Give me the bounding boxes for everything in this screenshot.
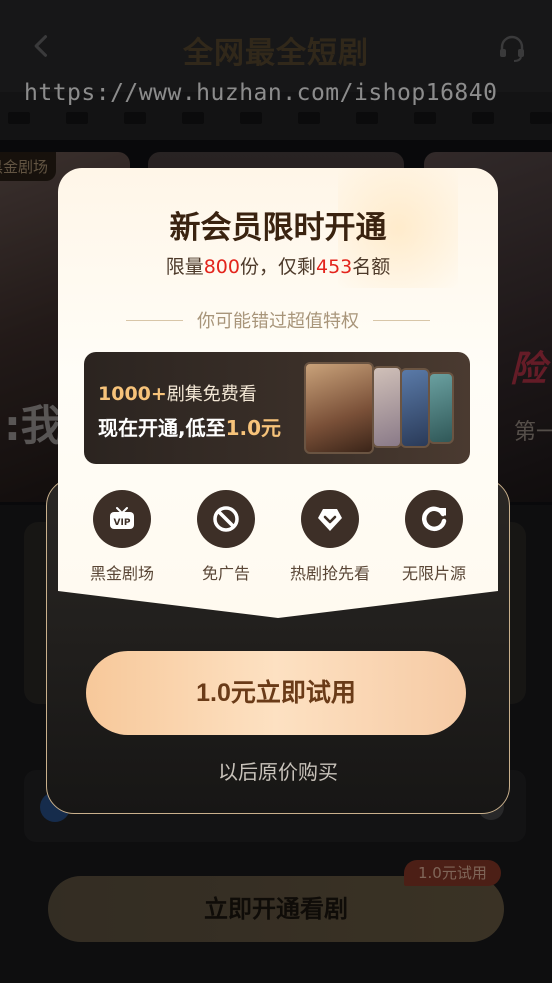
perk-label: 黑金剧场 <box>89 564 154 583</box>
section-divider: 你可能错过超值特权 <box>126 308 430 332</box>
banner-line2: 现在开通,低至1.0元 <box>98 412 281 441</box>
poster-thumbnail <box>304 362 374 454</box>
poster-thumbnail <box>372 366 402 448</box>
perk-icon-badge <box>405 490 463 548</box>
poster-thumbnail <box>428 372 454 444</box>
divider-line <box>373 319 430 321</box>
banner-line2-text: 现在开通,低至 <box>98 416 226 440</box>
banner-count: 1000+ <box>98 383 167 405</box>
perk-item: 热剧抢先看 <box>278 490 382 584</box>
refresh-icon <box>422 506 447 532</box>
perk-label: 免广告 <box>201 564 250 583</box>
banner-line1-text: 剧集免费看 <box>166 384 257 405</box>
limit-count: 800 <box>203 256 240 278</box>
divider-text: 你可能错过超值特权 <box>197 311 359 332</box>
remaining-count: 453 <box>316 256 353 278</box>
subtitle-suffix: 名额 <box>352 256 391 278</box>
banner-price: 1.0元 <box>225 416 282 440</box>
modal-subtitle: 限量800份，仅剩453名额 <box>46 252 510 279</box>
trial-button[interactable]: 1.0元立即试用 <box>86 651 466 735</box>
perk-item: 无限片源 <box>382 490 486 584</box>
screen: 全网最全短剧 黑金剧场 :我 险 第一 立即开通看剧 1.0元试用 https:… <box>0 0 552 983</box>
heart-badge-icon <box>318 509 342 531</box>
vip-tv-icon: VIP <box>110 507 134 529</box>
perk-item: VIP 黑金剧场 <box>70 490 174 584</box>
subtitle-prefix: 限量 <box>165 256 204 278</box>
modal-title: 新会员限时开通 <box>169 210 387 246</box>
divider-line <box>126 319 183 321</box>
buy-later-link[interactable]: 以后原价购买 <box>46 756 510 785</box>
perk-icon-badge: VIP <box>93 490 151 548</box>
perk-label: 热剧抢先看 <box>289 564 370 583</box>
banner-line1: 1000+剧集免费看 <box>98 380 257 406</box>
poster-thumbnail <box>400 368 430 448</box>
perk-icon-badge <box>197 490 255 548</box>
svg-text:VIP: VIP <box>114 518 131 528</box>
promo-banner: 1000+剧集免费看 现在开通,低至1.0元 <box>84 352 470 464</box>
perk-icon-badge <box>301 490 359 548</box>
perk-list: VIP 黑金剧场 免广告 热剧抢先看 无限片源 <box>70 490 486 584</box>
no-ads-icon <box>213 506 239 532</box>
subtitle-mid: 份，仅剩 <box>239 256 316 278</box>
membership-modal: 新会员限时开通 限量800份，仅剩453名额 你可能错过超值特权 1000+剧集… <box>46 168 510 814</box>
perk-label: 无限片源 <box>401 564 466 583</box>
perk-item: 免广告 <box>174 490 278 584</box>
